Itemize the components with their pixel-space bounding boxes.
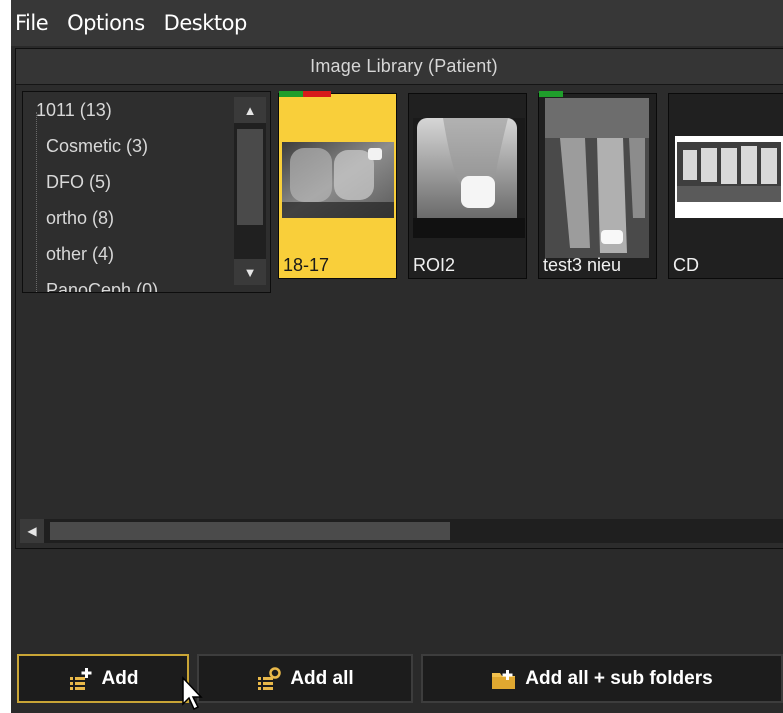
mouse-cursor-icon: [182, 676, 203, 711]
menu-desktop[interactable]: Desktop: [162, 11, 249, 35]
tree-item-cosmetic[interactable]: Cosmetic (3): [46, 136, 148, 157]
tree-scroll-thumb[interactable]: [237, 129, 263, 225]
add-all-sub-folders-button-label: Add all + sub folders: [525, 667, 713, 689]
empty-area: [11, 550, 783, 650]
xray-thumbnail-image: [413, 118, 525, 238]
tree-connector-line: [36, 112, 37, 292]
thumbnail-card[interactable]: test3 nieu: [538, 91, 657, 279]
horizontal-scroll-thumb[interactable]: [50, 522, 450, 540]
folder-add-icon: [492, 669, 516, 689]
tree-item-ortho[interactable]: ortho (8): [46, 208, 114, 229]
thumbnail-label: 18-17: [283, 255, 330, 275]
xray-thumbnail-image: [282, 142, 394, 218]
menu-options[interactable]: Options: [65, 11, 147, 35]
add-all-sub-folders-button[interactable]: Add all + sub folders: [421, 654, 783, 703]
tree-item-dfo[interactable]: DFO (5): [46, 172, 111, 193]
status-flag-green: [279, 91, 303, 97]
add-button-label: Add: [101, 667, 139, 689]
status-flag-green: [539, 91, 563, 97]
panel-title: Image Library (Patient): [310, 56, 498, 76]
thumbnail-card[interactable]: CD: [668, 93, 783, 279]
scroll-up-arrow-icon[interactable]: ▲: [234, 97, 266, 123]
tree-item-root[interactable]: 1011 (13): [36, 100, 112, 121]
xray-thumbnail-image: [545, 98, 649, 258]
menu-file[interactable]: File: [13, 11, 50, 35]
scroll-down-arrow-icon[interactable]: ▼: [234, 259, 266, 285]
add-all-list-icon: [258, 666, 282, 690]
status-flag-red: [303, 91, 331, 97]
folder-tree: 1011 (13) Cosmetic (3) DFO (5) ortho (8)…: [22, 91, 271, 293]
thumbnail-label: test3 nieu: [543, 255, 622, 275]
menu-bar: File Options Desktop: [11, 0, 783, 46]
add-list-icon: [69, 667, 92, 690]
scroll-left-arrow-icon[interactable]: ◀: [20, 519, 44, 543]
add-button[interactable]: Add: [17, 654, 189, 703]
application-window: File Options Desktop Image Library (Pati…: [11, 0, 783, 713]
thumbnail-label: ROI2: [413, 255, 456, 275]
horizontal-scrollbar[interactable]: ◀: [20, 519, 783, 543]
xray-thumbnail-image: [675, 136, 783, 218]
thumbnail-card[interactable]: ROI2: [408, 93, 527, 279]
panel-header: Image Library (Patient): [16, 49, 783, 85]
add-all-button[interactable]: Add all: [197, 654, 413, 703]
image-library-panel: Image Library (Patient) 1011 (13) Cosmet…: [15, 48, 783, 549]
tree-item-other[interactable]: other (4): [46, 244, 114, 265]
tree-item-panoceph[interactable]: PanoCeph (0): [46, 280, 158, 292]
thumbnail-label: CD: [673, 255, 699, 275]
add-all-button-label: Add all: [290, 667, 354, 689]
tree-scrollbar[interactable]: ▲ ▼: [234, 97, 266, 285]
thumbnail-card[interactable]: 18-17: [278, 91, 397, 279]
